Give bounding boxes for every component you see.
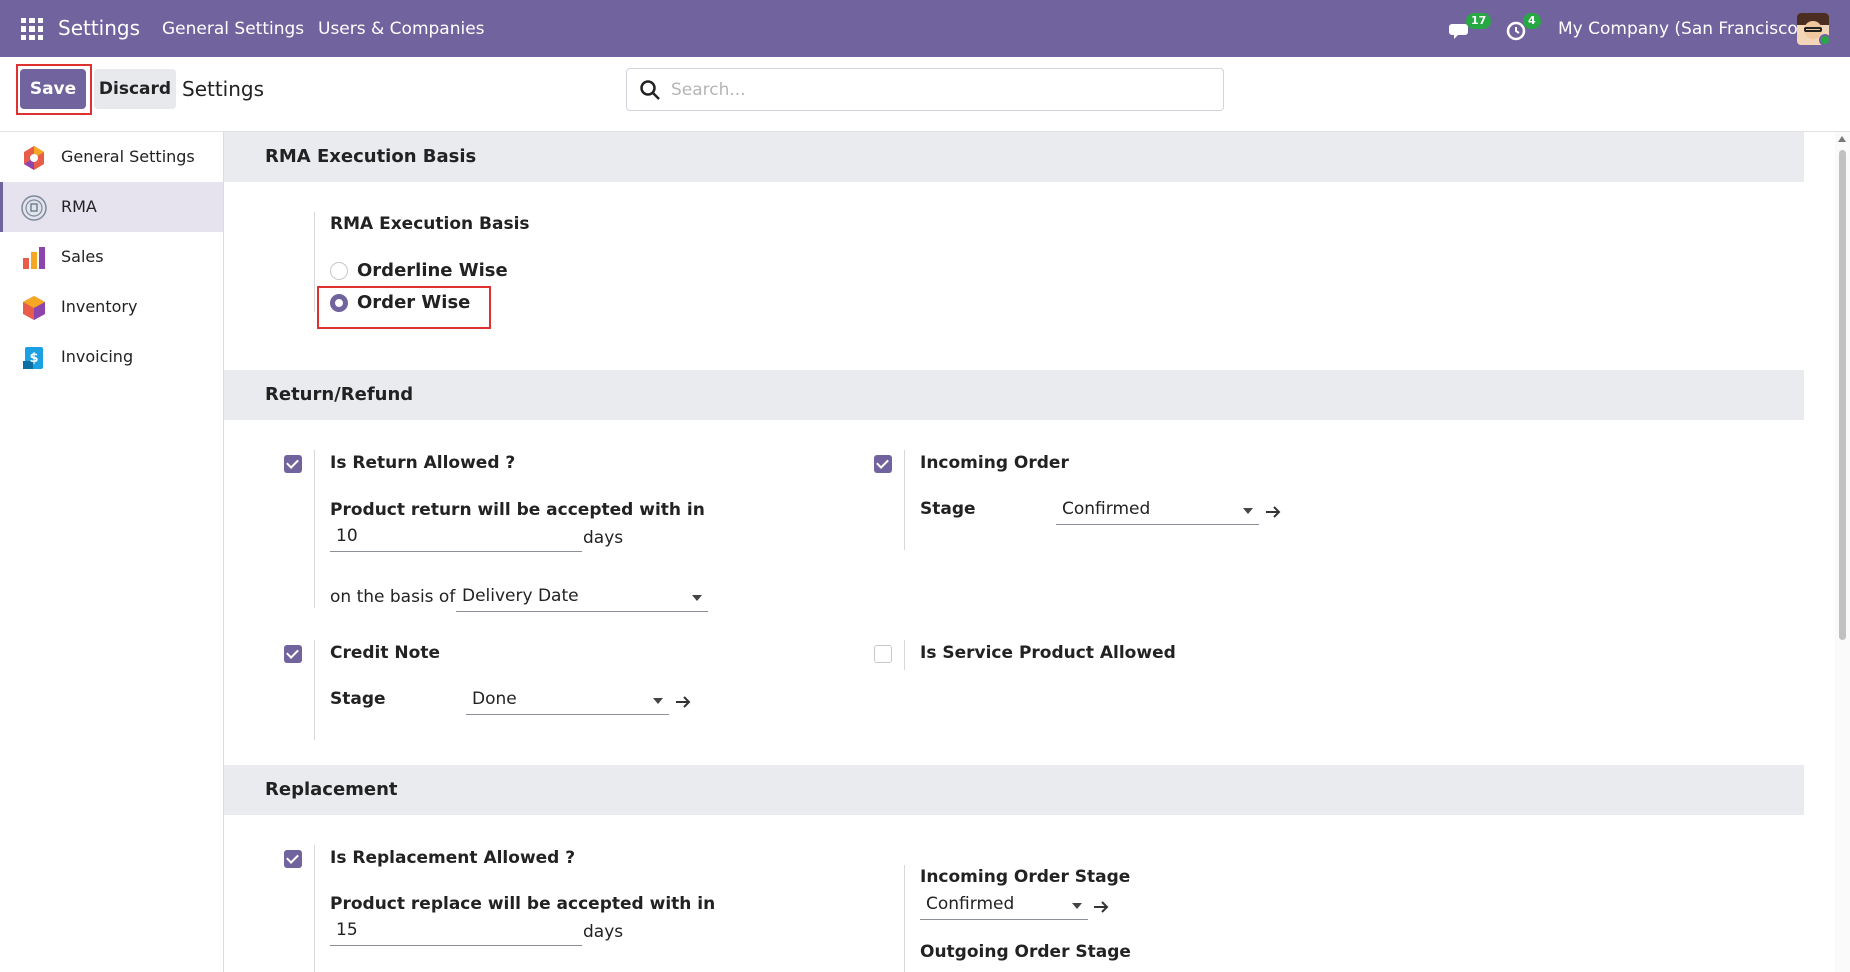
settings-content: RMA Execution Basis RMA Execution Basis … xyxy=(224,132,1850,972)
return-days-value: 10 xyxy=(336,526,358,546)
credit-stage-select[interactable]: Done xyxy=(466,685,669,715)
sidebar-item-label: Inventory xyxy=(61,297,138,316)
chevron-down-icon xyxy=(692,595,702,601)
internal-link-arrow-icon[interactable] xyxy=(1264,504,1282,520)
radio-orderline-wise[interactable] xyxy=(330,262,348,280)
is-replacement-allowed-checkbox[interactable] xyxy=(284,850,302,868)
sidebar-item-inventory[interactable]: Inventory xyxy=(0,282,223,332)
basis-select-value: Delivery Date xyxy=(462,586,579,606)
basis-label: on the basis of xyxy=(330,587,456,607)
setting-divider xyxy=(314,450,315,608)
replace-days-input[interactable]: 15 xyxy=(330,916,582,946)
section-header-return-refund: Return/Refund xyxy=(224,370,1804,420)
days-unit-label: days xyxy=(583,528,624,548)
incoming-stage-select[interactable]: Confirmed xyxy=(1056,495,1259,525)
rma-execution-basis-label: RMA Execution Basis xyxy=(330,214,530,234)
internal-link-arrow-icon[interactable] xyxy=(1092,899,1110,915)
app-grid-icon[interactable] xyxy=(21,18,43,40)
chevron-down-icon xyxy=(1243,508,1253,514)
section-title: RMA Execution Basis xyxy=(265,146,477,167)
company-switcher[interactable]: My Company (San Francisco) xyxy=(1558,19,1804,39)
sidebar-item-sales[interactable]: Sales xyxy=(0,232,223,282)
credit-stage-value: Done xyxy=(472,689,517,709)
replacement-incoming-stage-value: Confirmed xyxy=(926,894,1015,914)
general-settings-icon xyxy=(24,146,44,170)
svg-text:$: $ xyxy=(29,351,38,366)
credit-stage-label: Stage xyxy=(330,689,386,709)
return-window-label: Product return will be accepted with in xyxy=(330,500,705,520)
is-service-product-allowed-checkbox[interactable] xyxy=(874,645,892,663)
outgoing-order-stage-label: Outgoing Order Stage xyxy=(920,942,1131,962)
incoming-order-label: Incoming Order xyxy=(920,453,1069,473)
setting-divider xyxy=(904,640,905,670)
messages-badge: 17 xyxy=(1466,13,1492,29)
discard-button[interactable]: Discard xyxy=(94,69,176,109)
return-days-input[interactable]: 10 xyxy=(330,522,582,552)
section-title: Return/Refund xyxy=(265,384,414,405)
is-return-allowed-checkbox[interactable] xyxy=(284,455,302,473)
setting-divider xyxy=(314,640,315,740)
setting-divider xyxy=(314,845,315,972)
invoicing-icon: $ xyxy=(23,347,43,369)
search-icon xyxy=(640,80,660,100)
scrollbar-thumb[interactable] xyxy=(1839,150,1846,640)
inventory-icon xyxy=(23,296,45,320)
top-navbar: Settings General Settings Users & Compan… xyxy=(0,0,1850,57)
order-wise-highlight-box xyxy=(317,286,491,329)
search-input[interactable] xyxy=(671,77,1211,103)
section-title: Replacement xyxy=(265,779,398,800)
sidebar-item-rma[interactable]: RMA xyxy=(0,182,223,232)
menu-general-settings[interactable]: General Settings xyxy=(162,19,304,39)
sidebar-item-general-settings[interactable]: General Settings xyxy=(0,132,223,182)
replace-window-label: Product replace will be accepted with in xyxy=(330,894,716,914)
content-scrollbar[interactable] xyxy=(1835,132,1850,972)
internal-link-arrow-icon[interactable] xyxy=(674,694,692,710)
sidebar-item-label: RMA xyxy=(61,197,97,216)
breadcrumb: Settings xyxy=(182,77,265,101)
setting-divider xyxy=(904,865,905,972)
section-header-replacement: Replacement xyxy=(224,765,1804,815)
incoming-stage-value: Confirmed xyxy=(1062,499,1151,519)
messages-button[interactable]: 17 xyxy=(1448,10,1492,48)
replace-days-value: 15 xyxy=(336,920,358,940)
replacement-incoming-stage-select[interactable]: Confirmed xyxy=(920,890,1088,920)
rma-icon xyxy=(21,195,47,221)
sidebar-item-label: General Settings xyxy=(61,147,195,166)
online-status-icon xyxy=(1819,34,1831,46)
sidebar-item-invoicing[interactable]: $ Invoicing xyxy=(0,332,223,382)
activities-button[interactable]: 4 xyxy=(1505,10,1541,48)
credit-note-checkbox[interactable] xyxy=(284,645,302,663)
is-replacement-allowed-label: Is Replacement Allowed ? xyxy=(330,848,576,868)
app-title[interactable]: Settings xyxy=(58,16,140,40)
days-unit-label: days xyxy=(583,922,624,942)
radio-orderline-wise-label[interactable]: Orderline Wise xyxy=(357,260,508,281)
credit-note-label: Credit Note xyxy=(330,643,440,663)
control-panel: Save Discard Settings xyxy=(0,57,1850,132)
activities-badge: 4 xyxy=(1523,13,1541,29)
basis-select[interactable]: Delivery Date xyxy=(456,582,708,612)
save-highlight-box xyxy=(16,64,92,115)
is-return-allowed-label: Is Return Allowed ? xyxy=(330,453,516,473)
settings-sidebar: General Settings RMA Sales Inventory $ I… xyxy=(0,132,224,972)
search-box[interactable] xyxy=(626,68,1224,111)
menu-users-companies[interactable]: Users & Companies xyxy=(318,19,485,39)
incoming-order-stage-label: Incoming Order Stage xyxy=(920,867,1131,887)
setting-divider xyxy=(904,450,905,550)
chevron-down-icon xyxy=(1072,903,1082,909)
scroll-up-icon[interactable] xyxy=(1838,136,1846,142)
is-service-product-allowed-label: Is Service Product Allowed xyxy=(920,643,1176,663)
sidebar-item-label: Sales xyxy=(61,247,104,266)
sidebar-item-label: Invoicing xyxy=(61,347,134,366)
setting-divider xyxy=(314,212,315,312)
incoming-stage-label: Stage xyxy=(920,499,976,519)
sales-icon xyxy=(23,247,45,269)
incoming-order-checkbox[interactable] xyxy=(874,455,892,473)
section-header-rma-execution: RMA Execution Basis xyxy=(224,132,1804,182)
chevron-down-icon xyxy=(653,698,663,704)
